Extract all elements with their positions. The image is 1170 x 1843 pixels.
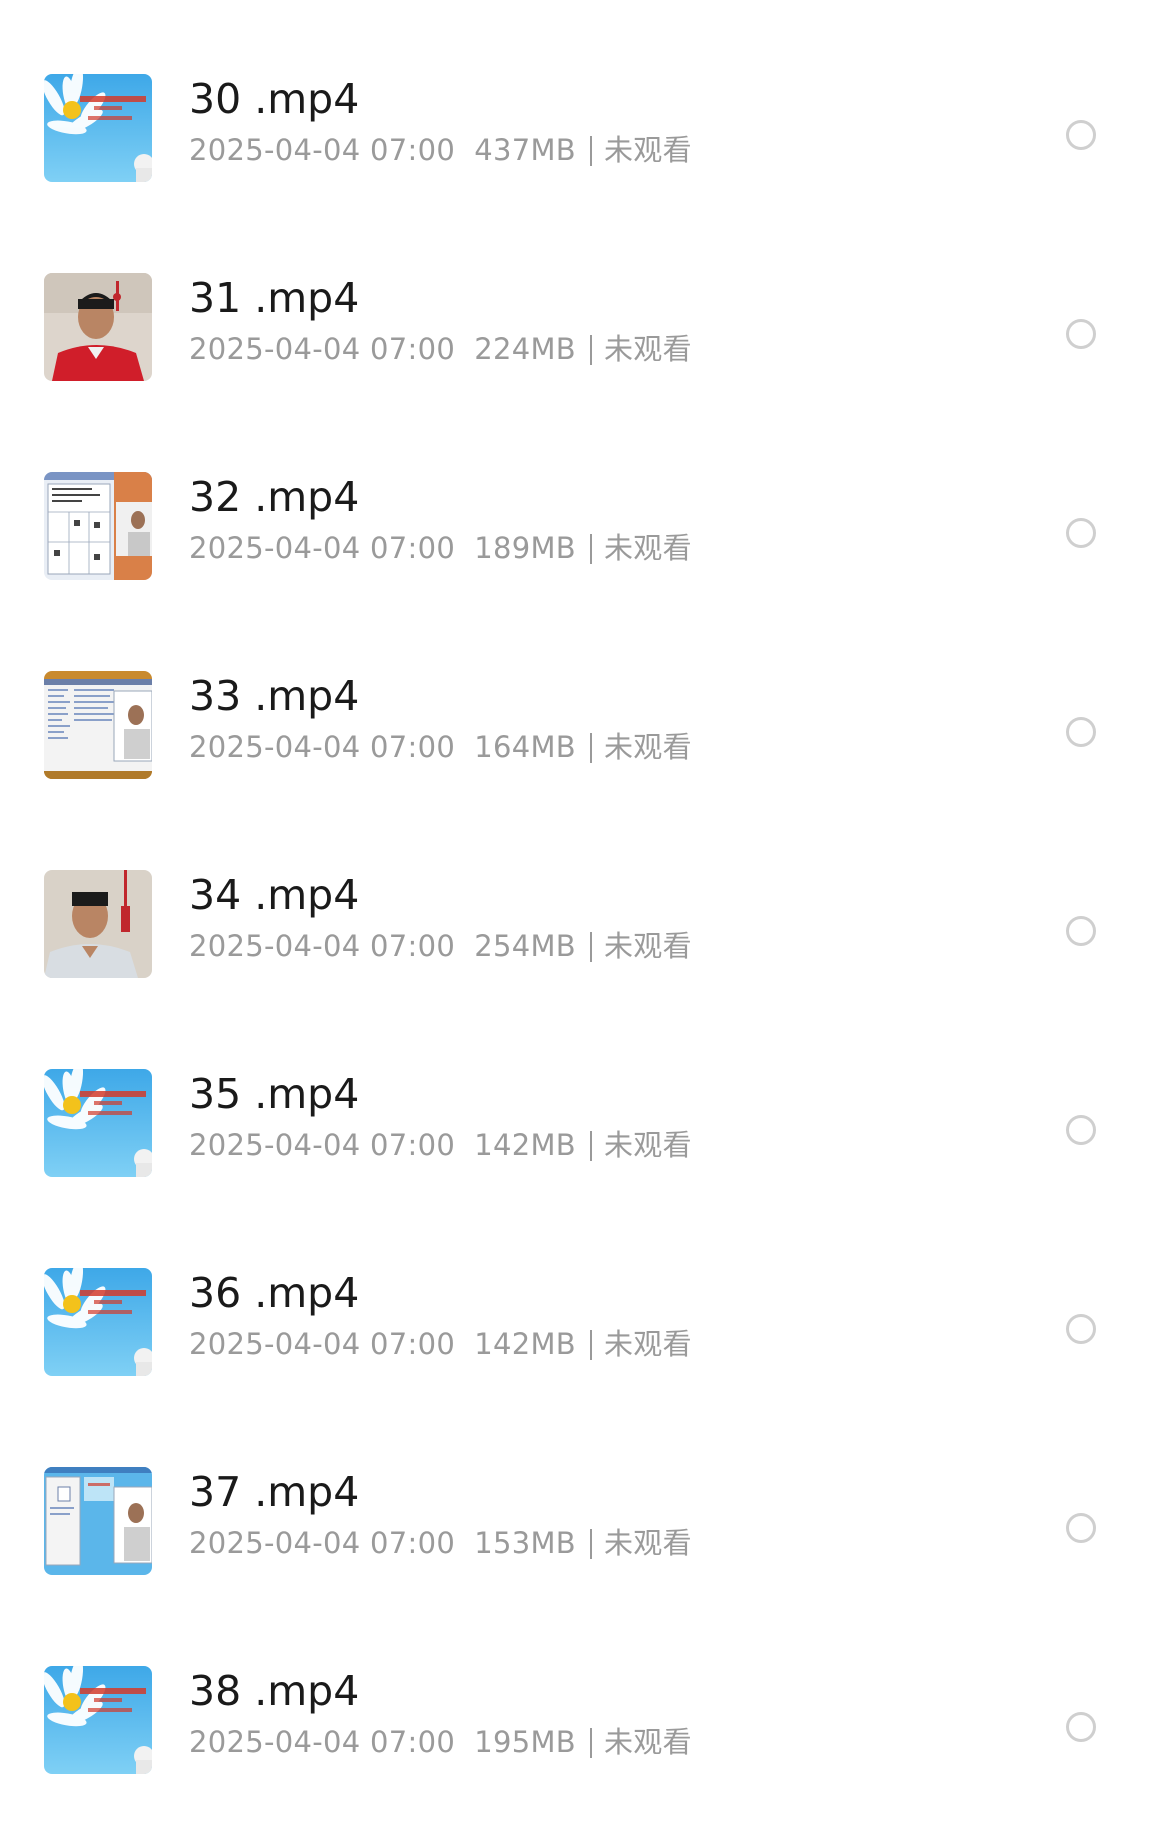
watch-status: 未观看 bbox=[603, 1526, 692, 1560]
file-meta: 2025-04-04 07:00 142MB 未观看 bbox=[189, 1127, 692, 1163]
file-name: 34 .mp4 bbox=[189, 871, 360, 919]
select-radio[interactable] bbox=[1066, 717, 1096, 747]
file-name: 31 .mp4 bbox=[189, 274, 360, 322]
select-radio[interactable] bbox=[1066, 120, 1096, 150]
file-size: 142MB bbox=[474, 1128, 576, 1162]
meta-divider bbox=[589, 1529, 592, 1559]
daisy-title-card-icon bbox=[44, 1069, 152, 1177]
file-row[interactable]: 31 .mp4 2025-04-04 07:00 224MB 未观看 bbox=[0, 223, 1170, 420]
file-name: 33 .mp4 bbox=[189, 672, 360, 720]
video-thumbnail bbox=[44, 870, 152, 978]
file-row[interactable]: 37 .mp4 2025-04-04 07:00 153MB 未观看 bbox=[0, 1417, 1170, 1614]
meta-divider bbox=[589, 733, 592, 763]
watch-status: 未观看 bbox=[603, 1128, 692, 1162]
file-size: 195MB bbox=[474, 1725, 576, 1759]
select-radio[interactable] bbox=[1066, 1314, 1096, 1344]
file-row[interactable]: 34 .mp4 2025-04-04 07:00 254MB 未观看 bbox=[0, 820, 1170, 1017]
file-row[interactable]: 36 .mp4 2025-04-04 07:00 142MB 未观看 bbox=[0, 1218, 1170, 1415]
file-date: 2025-04-04 07:00 bbox=[189, 531, 456, 565]
video-thumbnail bbox=[44, 1467, 152, 1575]
file-size: 254MB bbox=[474, 929, 576, 963]
video-thumbnail bbox=[44, 671, 152, 779]
daisy-title-card-icon bbox=[44, 1666, 152, 1774]
screen-dialog-with-speaker-icon bbox=[44, 1467, 152, 1575]
file-meta: 2025-04-04 07:00 224MB 未观看 bbox=[189, 331, 692, 367]
watch-status: 未观看 bbox=[603, 730, 692, 764]
video-thumbnail bbox=[44, 74, 152, 182]
file-meta: 2025-04-04 07:00 254MB 未观看 bbox=[189, 928, 692, 964]
daisy-title-card-icon bbox=[44, 74, 152, 182]
file-row[interactable]: 38 .mp4 2025-04-04 07:00 195MB 未观看 bbox=[0, 1616, 1170, 1813]
watch-status: 未观看 bbox=[603, 531, 692, 565]
file-date: 2025-04-04 07:00 bbox=[189, 1526, 456, 1560]
meta-divider bbox=[589, 136, 592, 166]
screen-chart-with-speaker-icon bbox=[44, 472, 152, 580]
file-size: 189MB bbox=[474, 531, 576, 565]
file-size: 164MB bbox=[474, 730, 576, 764]
file-meta: 2025-04-04 07:00 195MB 未观看 bbox=[189, 1724, 692, 1760]
file-size: 142MB bbox=[474, 1327, 576, 1361]
watch-status: 未观看 bbox=[603, 1725, 692, 1759]
watch-status: 未观看 bbox=[603, 133, 692, 167]
speaker-white-shirt-icon bbox=[44, 870, 152, 978]
video-thumbnail bbox=[44, 1069, 152, 1177]
file-name: 30 .mp4 bbox=[189, 75, 360, 123]
file-date: 2025-04-04 07:00 bbox=[189, 929, 456, 963]
file-date: 2025-04-04 07:00 bbox=[189, 730, 456, 764]
meta-divider bbox=[589, 1131, 592, 1161]
video-thumbnail bbox=[44, 1666, 152, 1774]
meta-divider bbox=[589, 1330, 592, 1360]
file-row[interactable]: 32 .mp4 2025-04-04 07:00 189MB 未观看 bbox=[0, 422, 1170, 619]
watch-status: 未观看 bbox=[603, 1327, 692, 1361]
file-meta: 2025-04-04 07:00 437MB 未观看 bbox=[189, 132, 692, 168]
watch-status: 未观看 bbox=[603, 332, 692, 366]
file-size: 437MB bbox=[474, 133, 576, 167]
file-name: 32 .mp4 bbox=[189, 473, 360, 521]
file-date: 2025-04-04 07:00 bbox=[189, 332, 456, 366]
file-size: 224MB bbox=[474, 332, 576, 366]
file-row[interactable]: 30 .mp4 2025-04-04 07:00 437MB 未观看 bbox=[0, 24, 1170, 221]
meta-divider bbox=[589, 1728, 592, 1758]
meta-divider bbox=[589, 932, 592, 962]
video-thumbnail bbox=[44, 273, 152, 381]
select-radio[interactable] bbox=[1066, 1513, 1096, 1543]
meta-divider bbox=[589, 335, 592, 365]
file-name: 36 .mp4 bbox=[189, 1269, 360, 1317]
file-date: 2025-04-04 07:00 bbox=[189, 1327, 456, 1361]
file-name: 35 .mp4 bbox=[189, 1070, 360, 1118]
file-date: 2025-04-04 07:00 bbox=[189, 1725, 456, 1759]
file-size: 153MB bbox=[474, 1526, 576, 1560]
file-date: 2025-04-04 07:00 bbox=[189, 133, 456, 167]
daisy-title-card-icon bbox=[44, 1268, 152, 1376]
select-radio[interactable] bbox=[1066, 1115, 1096, 1145]
select-radio[interactable] bbox=[1066, 916, 1096, 946]
file-meta: 2025-04-04 07:00 142MB 未观看 bbox=[189, 1326, 692, 1362]
file-row[interactable]: 33 .mp4 2025-04-04 07:00 164MB 未观看 bbox=[0, 621, 1170, 818]
select-radio[interactable] bbox=[1066, 319, 1096, 349]
file-meta: 2025-04-04 07:00 153MB 未观看 bbox=[189, 1525, 692, 1561]
select-radio[interactable] bbox=[1066, 1712, 1096, 1742]
file-row[interactable]: 35 .mp4 2025-04-04 07:00 142MB 未观看 bbox=[0, 1019, 1170, 1216]
file-name: 37 .mp4 bbox=[189, 1468, 360, 1516]
video-thumbnail bbox=[44, 1268, 152, 1376]
screen-list-with-speaker-icon bbox=[44, 671, 152, 779]
speaker-red-shirt-icon bbox=[44, 273, 152, 381]
file-meta: 2025-04-04 07:00 189MB 未观看 bbox=[189, 530, 692, 566]
file-name: 38 .mp4 bbox=[189, 1667, 360, 1715]
watch-status: 未观看 bbox=[603, 929, 692, 963]
file-date: 2025-04-04 07:00 bbox=[189, 1128, 456, 1162]
video-thumbnail bbox=[44, 472, 152, 580]
file-meta: 2025-04-04 07:00 164MB 未观看 bbox=[189, 729, 692, 765]
meta-divider bbox=[589, 534, 592, 564]
select-radio[interactable] bbox=[1066, 518, 1096, 548]
